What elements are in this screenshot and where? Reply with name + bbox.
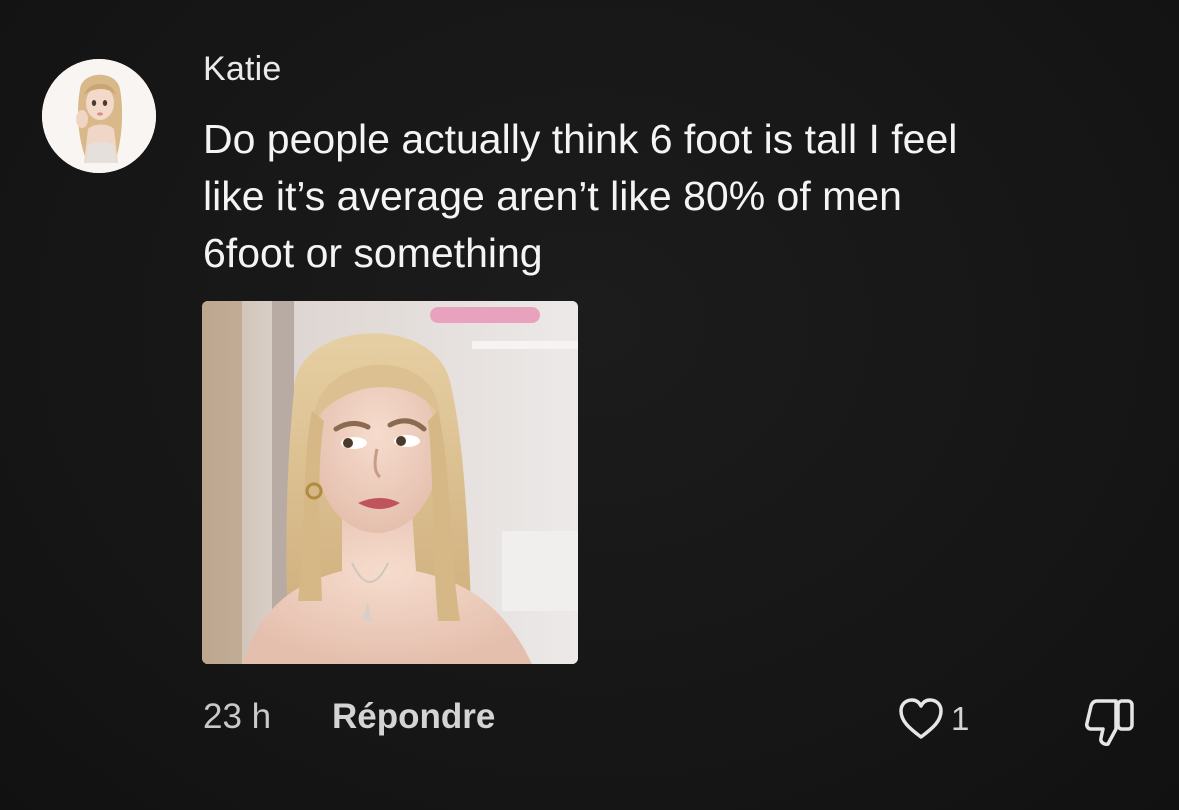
avatar[interactable] [42,59,156,173]
comment-text-line: like it’s average aren’t like 80% of men [203,173,902,219]
avatar-illustration [42,59,156,173]
thumbs-down-outline-icon[interactable] [1082,697,1138,749]
like-button[interactable]: 1 [897,697,969,741]
heart-outline-icon[interactable] [897,697,945,741]
comment-text-line: Do people actually think 6 foot is tall … [203,116,958,162]
comment-text-line: 6foot or something [203,230,543,276]
like-count: 1 [951,700,970,737]
comment-author[interactable]: Katie [203,50,282,89]
reply-button[interactable]: Répondre [332,697,495,737]
dislike-button[interactable] [1082,697,1138,754]
comment-text: Do people actually think 6 foot is tall … [203,111,1163,282]
reaction-image [202,301,578,664]
comment-attached-image[interactable] [202,301,578,664]
comment-screen: Katie Do people actually think 6 foot is… [0,0,1179,810]
comment-timestamp: 23 h [203,697,272,736]
